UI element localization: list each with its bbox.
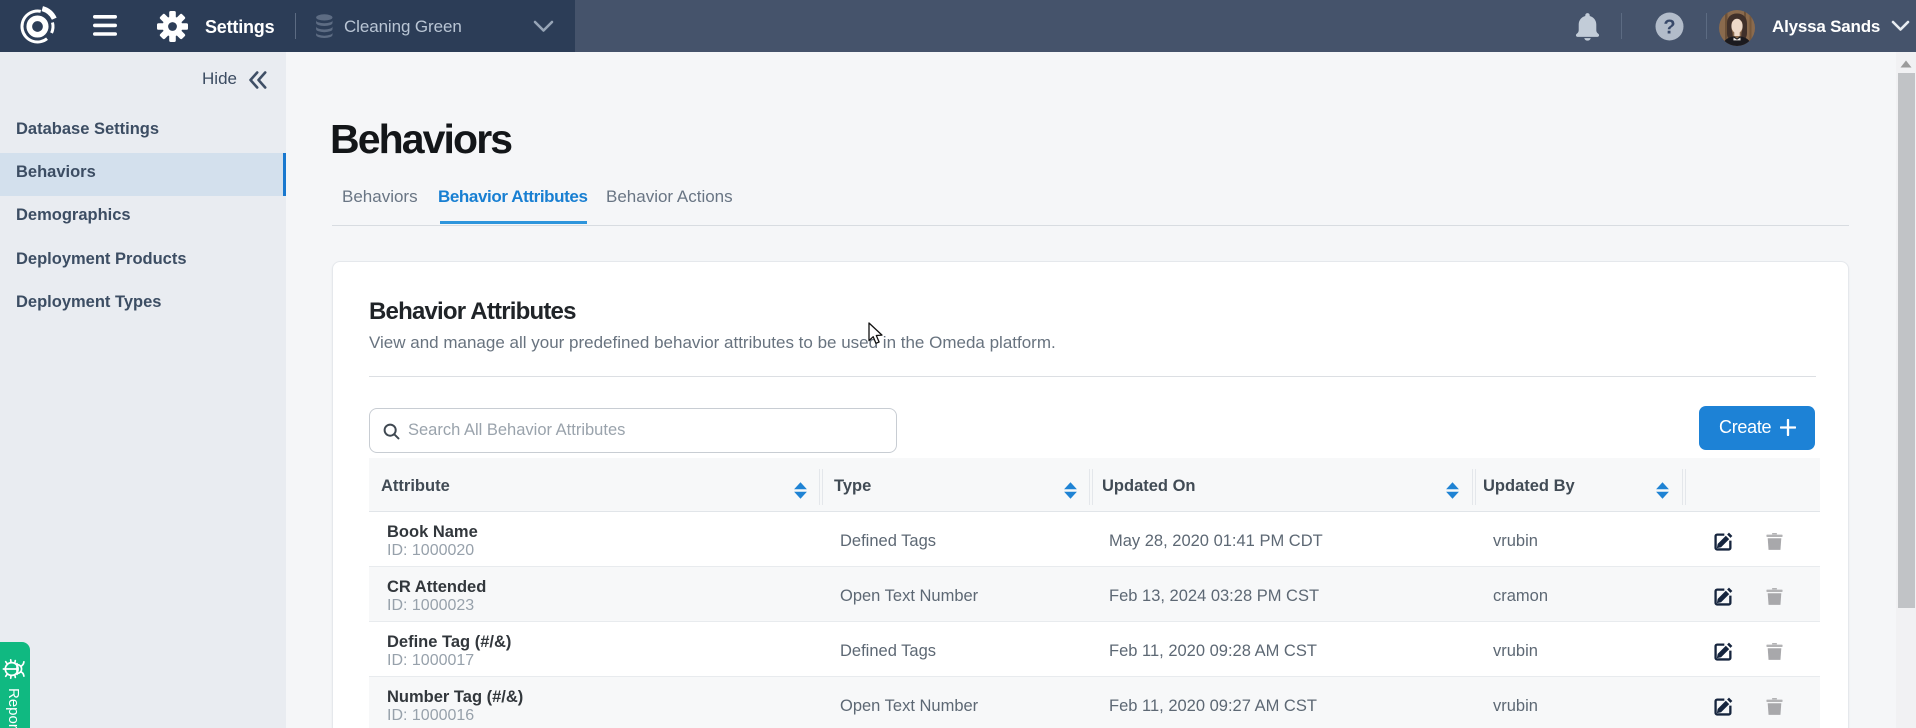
svg-text:?: ? (1663, 17, 1675, 39)
